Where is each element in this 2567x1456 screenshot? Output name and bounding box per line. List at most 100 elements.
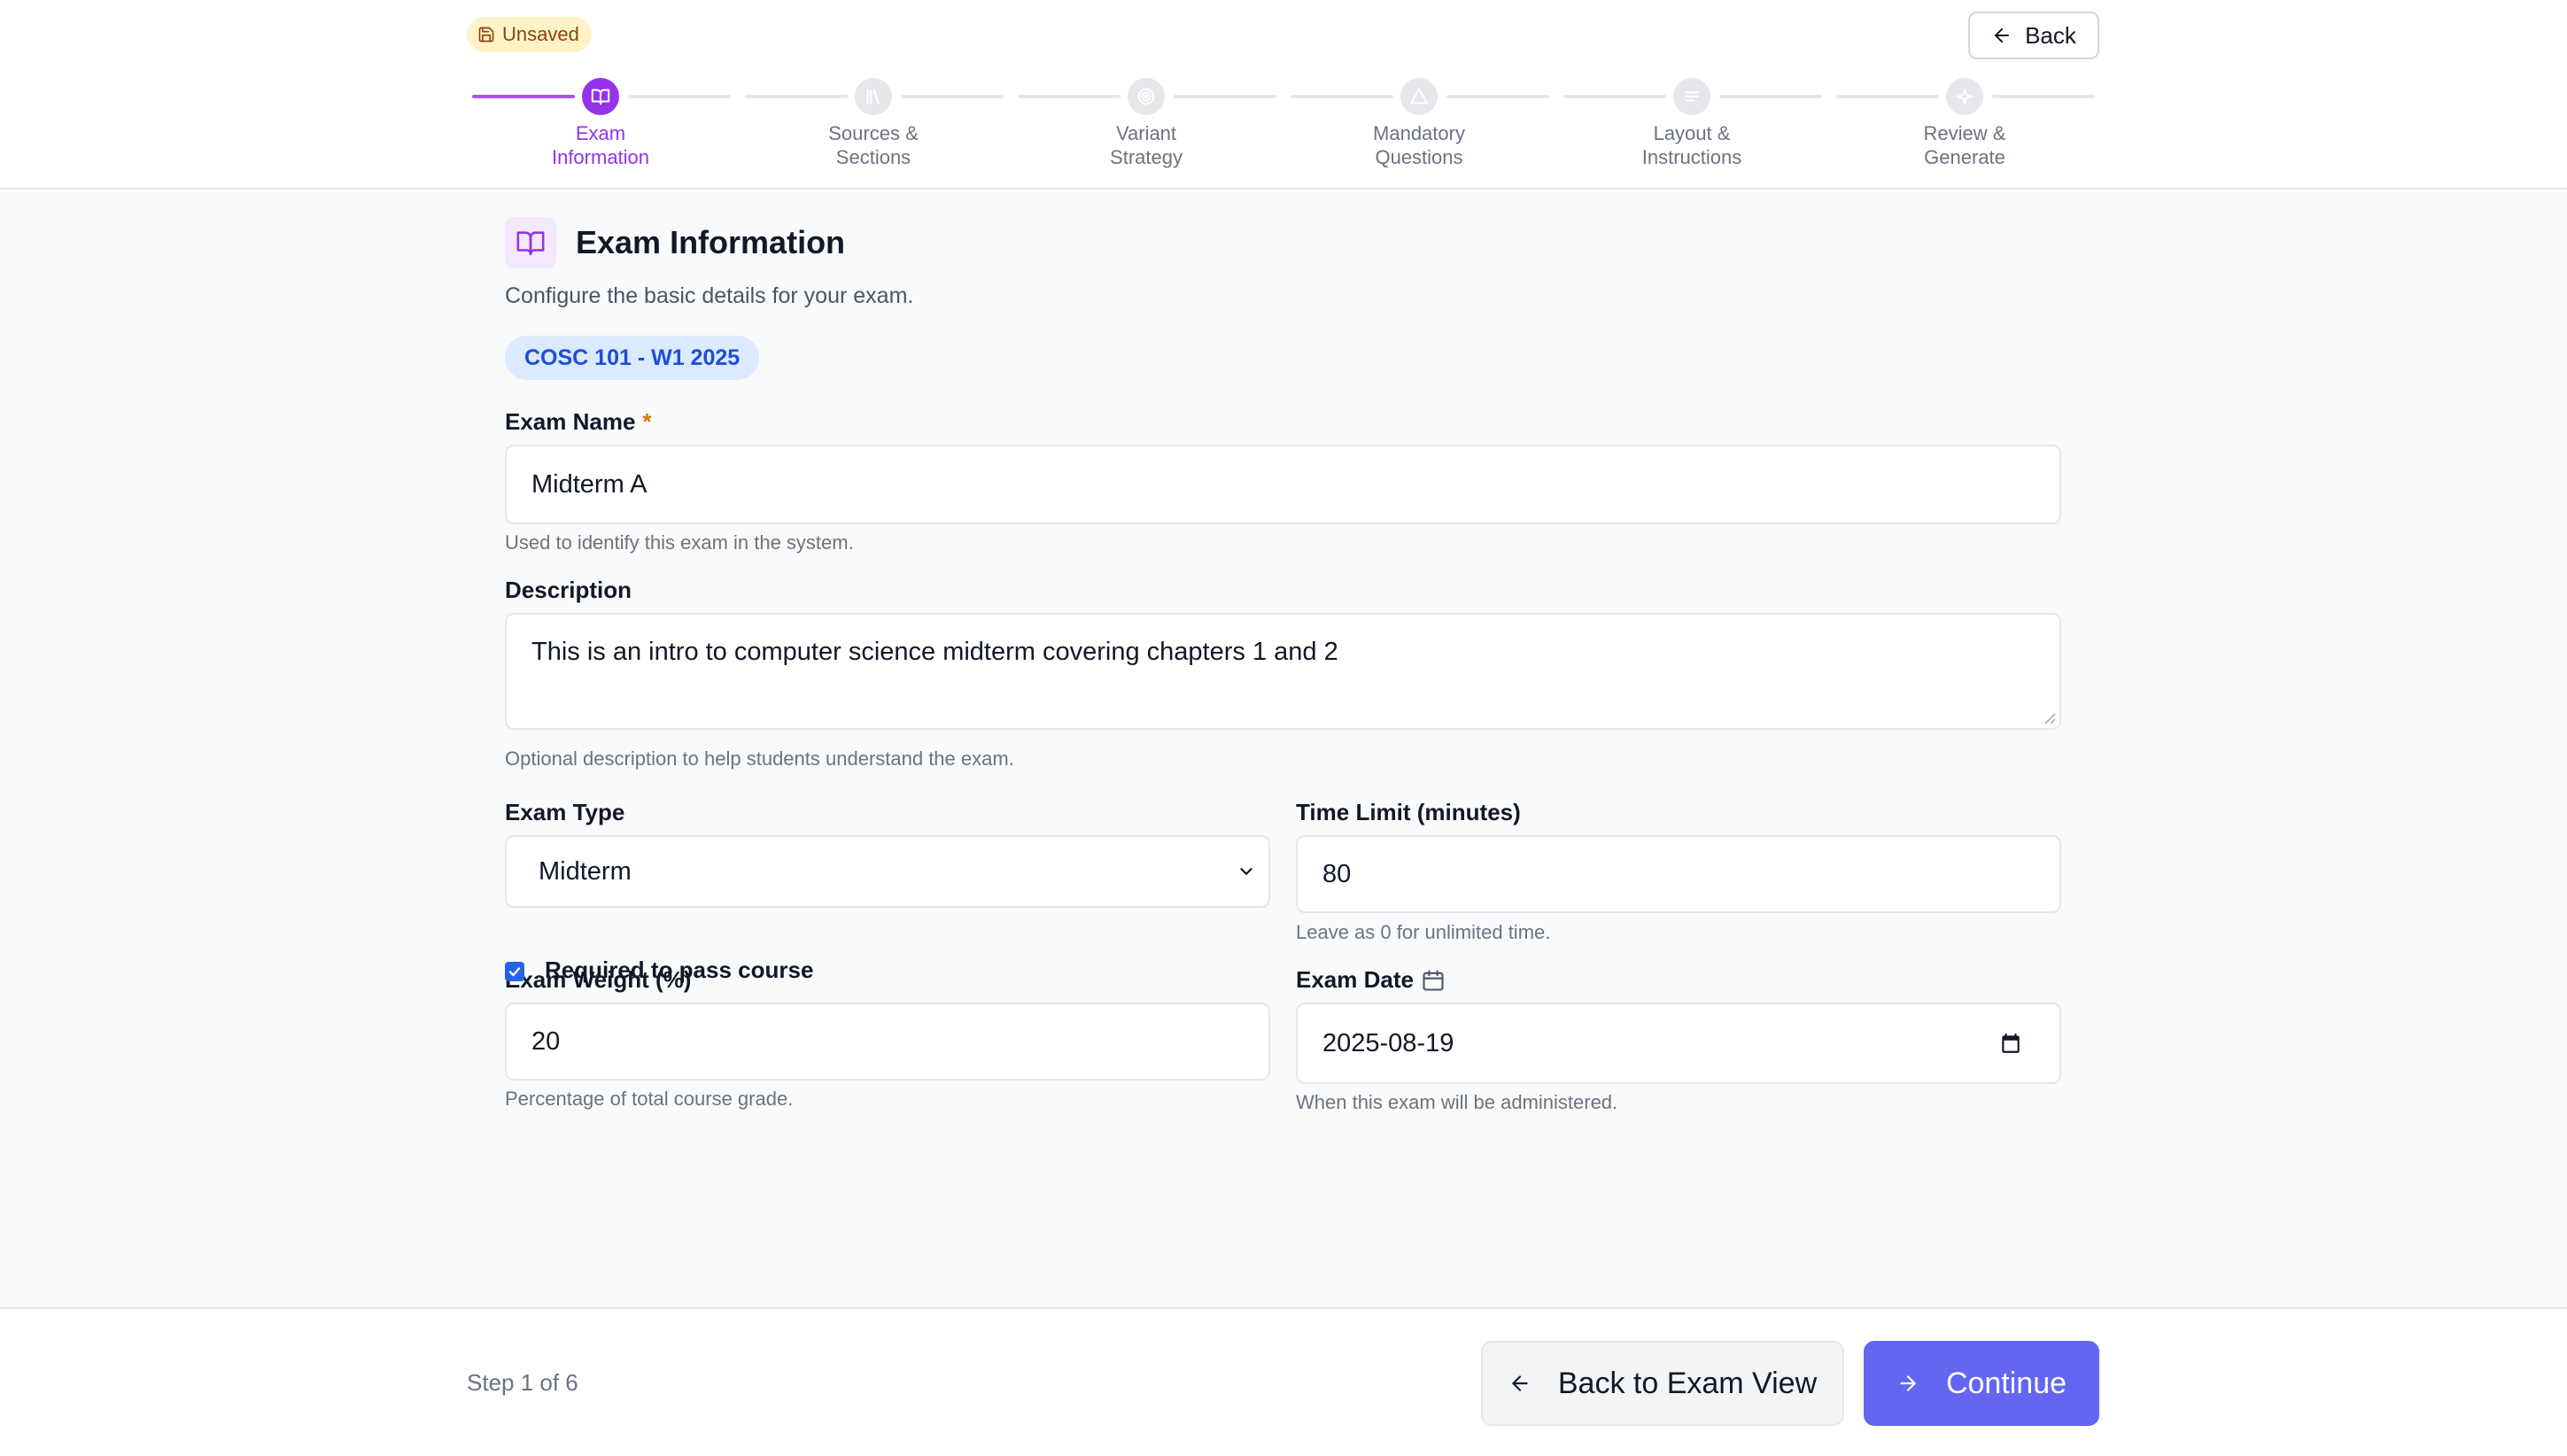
unsaved-label: Unsaved <box>502 23 579 45</box>
step-indicator <box>1673 78 1710 115</box>
triangle-alert-icon <box>1409 88 1429 105</box>
step-indicator <box>1946 78 1983 115</box>
step-label: Mandatory Questions <box>1282 121 1556 169</box>
calendar-icon <box>1423 969 1444 991</box>
step-exam-information[interactable]: Exam Information <box>463 74 736 180</box>
resize-handle-icon[interactable] <box>2042 710 2056 724</box>
wizard-header: Unsaved Back Exam Information Sources & … <box>0 0 2567 190</box>
exam-date-label: Exam Date <box>1296 966 1446 994</box>
step-counter: Step 1 of 6 <box>467 1369 578 1396</box>
required-to-pass-checkbox[interactable] <box>505 962 524 981</box>
step-label-line: Strategy <box>1110 146 1183 168</box>
step-indicator <box>855 78 892 115</box>
section-icon <box>505 217 556 268</box>
exam-name-help: Used to identify this exam in the system… <box>505 531 854 554</box>
step-indicator <box>1128 78 1165 115</box>
step-label-line: Sources & <box>828 122 919 144</box>
step-review-generate[interactable]: Review & Generate <box>1827 74 2100 180</box>
description-value: This is an intro to computer science mid… <box>531 638 1338 666</box>
course-badge: COSC 101 - W1 2025 <box>505 336 760 380</box>
step-connector <box>901 95 1004 98</box>
arrow-left-icon <box>1512 1375 1528 1391</box>
sparkle-icon <box>1956 88 1974 105</box>
exam-name-label-text: Exam Name <box>505 408 636 435</box>
exam-weight-help: Percentage of total course grade. <box>505 1088 794 1110</box>
list-icon <box>1685 91 1699 102</box>
step-label-line: Information <box>551 146 650 168</box>
step-label: Review & Generate <box>1827 121 2102 169</box>
exam-information-form: Exam Information Configure the basic det… <box>0 191 2567 1307</box>
description-label: Description <box>505 577 632 604</box>
check-icon <box>508 967 521 977</box>
step-connector <box>745 95 848 98</box>
step-label-line: Layout & <box>1653 122 1731 144</box>
step-label-line: Exam <box>575 122 626 144</box>
time-limit-label-text: Time Limit (minutes) <box>1296 799 1521 825</box>
save-icon <box>478 27 494 43</box>
exam-weight-input[interactable]: 20 <box>505 1003 1270 1080</box>
wizard-stepper: Exam Information Sources & Sections Vari… <box>463 74 2100 180</box>
book-open-icon <box>591 89 610 105</box>
step-indicator <box>1400 78 1438 115</box>
exam-weight-value: 20 <box>531 1026 561 1056</box>
continue-button[interactable]: Continue <box>1864 1341 2099 1426</box>
exam-name-input[interactable]: Midterm A <box>505 445 2061 524</box>
arrow-right-icon <box>1900 1375 1916 1391</box>
time-limit-label: Time Limit (minutes) <box>1296 799 1521 826</box>
page-subtitle: Configure the basic details for your exa… <box>505 283 914 308</box>
exam-date-help: When this exam will be administered. <box>1296 1091 1618 1113</box>
back-to-exam-view-button[interactable]: Back to Exam View <box>1481 1341 1844 1426</box>
step-connector <box>1992 95 2095 98</box>
exam-name-value: Midterm A <box>531 469 648 499</box>
exam-date-value: 2025-08-19 <box>1322 1028 1454 1057</box>
exam-type-value: Midterm <box>539 856 632 886</box>
step-connector <box>472 95 575 98</box>
time-limit-input[interactable]: 80 <box>1296 835 2061 913</box>
step-sources-sections[interactable]: Sources & Sections <box>736 74 1009 180</box>
continue-label: Continue <box>1945 1366 2067 1400</box>
step-layout-instructions[interactable]: Layout & Instructions <box>1555 74 1827 180</box>
step-label-line: Mandatory <box>1373 122 1465 144</box>
exam-date-label-text: Exam Date <box>1296 966 1414 993</box>
step-label-line: Instructions <box>1641 146 1742 168</box>
step-label-line: Variant <box>1115 122 1177 144</box>
required-to-pass-label[interactable]: Required to pass course <box>545 956 813 984</box>
step-connector <box>1174 95 1276 98</box>
library-icon <box>866 89 880 105</box>
exam-type-label: Exam Type <box>505 799 624 826</box>
step-connector <box>1719 95 1822 98</box>
exam-name-label: Exam Name * <box>505 408 652 436</box>
back-button[interactable]: Back <box>1968 12 2099 59</box>
step-connector <box>1446 95 1549 98</box>
step-label-line: Generate <box>1924 146 2005 168</box>
book-open-icon <box>516 231 545 256</box>
wizard-footer: Step 1 of 6 Back to Exam View Continue <box>0 1307 2567 1456</box>
step-variant-strategy[interactable]: Variant Strategy <box>1009 74 1282 180</box>
required-marker: * <box>642 408 652 435</box>
target-icon <box>1137 88 1155 105</box>
exam-type-select[interactable]: Midterm <box>505 835 1270 908</box>
time-limit-help: Leave as 0 for unlimited time. <box>1296 921 1551 943</box>
back-to-exam-view-label: Back to Exam View <box>1557 1366 1818 1400</box>
time-limit-value: 80 <box>1322 859 1352 888</box>
exam-type-label-text: Exam Type <box>505 799 625 825</box>
step-label: Sources & Sections <box>736 121 1011 169</box>
calendar-picker-icon[interactable] <box>1999 1032 2022 1055</box>
arrow-left-icon <box>1995 28 2010 43</box>
step-label-line: Review & <box>1923 122 2006 144</box>
step-connector <box>1563 95 1666 98</box>
unsaved-badge: Unsaved <box>467 17 592 52</box>
exam-date-input[interactable]: 2025-08-19 <box>1296 1003 2061 1084</box>
step-mandatory-questions[interactable]: Mandatory Questions <box>1282 74 1555 180</box>
step-label-line: Questions <box>1375 146 1463 168</box>
description-textarea[interactable]: This is an intro to computer science mid… <box>505 613 2061 730</box>
chevron-down-icon <box>1240 868 1252 875</box>
step-label-line: Sections <box>835 146 911 168</box>
step-label: Layout & Instructions <box>1555 121 1829 169</box>
step-connector <box>1836 95 1939 98</box>
description-label-text: Description <box>505 577 632 603</box>
step-label: Exam Information <box>463 121 738 169</box>
description-help: Optional description to help students un… <box>505 747 1014 770</box>
step-connector <box>1018 95 1121 98</box>
step-indicator <box>582 78 619 115</box>
